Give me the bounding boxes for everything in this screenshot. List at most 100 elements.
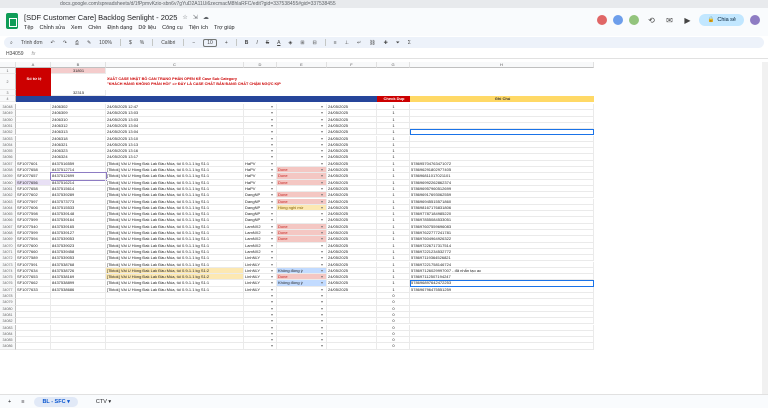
cell-g[interactable]: 0 (377, 343, 410, 350)
fill-color-icon[interactable]: ◈ (288, 40, 292, 46)
chevron-down-icon[interactable]: ▾ (271, 161, 273, 166)
chevron-down-icon[interactable]: ▾ (321, 249, 323, 254)
chevron-down-icon[interactable]: ▾ (271, 331, 273, 336)
filter-icon[interactable]: ⏷ (396, 40, 400, 46)
all-sheets-icon[interactable]: ≡ (21, 399, 24, 405)
chevron-down-icon[interactable]: ▾ (271, 104, 273, 109)
strikethrough-icon[interactable]: S (266, 40, 269, 46)
chevron-down-icon[interactable]: ▾ (321, 192, 323, 197)
search-icon[interactable]: ⌕ (10, 40, 13, 46)
chevron-down-icon[interactable]: ▾ (321, 205, 323, 210)
chevron-down-icon[interactable]: ▾ (271, 236, 273, 241)
sheets-logo-icon[interactable] (6, 13, 18, 29)
chevron-down-icon[interactable]: ▾ (271, 318, 273, 323)
avatar[interactable] (629, 15, 640, 25)
chevron-down-icon[interactable]: ▾ (271, 211, 273, 216)
account-avatar[interactable] (750, 15, 760, 25)
valign-icon[interactable]: ⊥ (345, 40, 349, 46)
chevron-down-icon[interactable]: ▾ (271, 280, 273, 285)
chevron-down-icon[interactable]: ▾ (321, 274, 323, 279)
chevron-down-icon[interactable]: ▾ (321, 136, 323, 141)
chevron-down-icon[interactable]: ▾ (321, 217, 323, 222)
vertical-scrollbar[interactable] (762, 62, 768, 394)
chevron-down-icon[interactable]: ▾ (321, 337, 323, 342)
chevron-down-icon[interactable]: ▾ (321, 331, 323, 336)
chevron-down-icon[interactable]: ▾ (271, 129, 273, 134)
chevron-down-icon[interactable]: ▾ (271, 142, 273, 147)
chevron-down-icon[interactable]: ▾ (321, 173, 323, 178)
bold-icon[interactable]: B (245, 40, 249, 46)
chevron-down-icon[interactable]: ▾ (271, 110, 273, 115)
chevron-down-icon[interactable]: ▾ (271, 123, 273, 128)
chevron-down-icon[interactable]: ▾ (271, 199, 273, 204)
chevron-down-icon[interactable]: ▾ (271, 224, 273, 229)
menu-search-label[interactable]: Trình đơn (21, 40, 43, 46)
avatar[interactable] (597, 15, 608, 25)
chevron-down-icon[interactable]: ▾ (271, 262, 273, 267)
align-icon[interactable]: ≡ (334, 40, 337, 46)
menu-item[interactable]: Trợ giúp (214, 25, 235, 31)
chevron-down-icon[interactable]: ▾ (321, 287, 323, 292)
chevron-down-icon[interactable]: ▾ (321, 343, 323, 348)
comment-icon[interactable]: ✉ (663, 16, 675, 25)
comment-add-icon[interactable]: ✚ (384, 40, 388, 46)
row-header[interactable]: 2 (0, 74, 16, 90)
column-header[interactable]: D (244, 62, 277, 68)
chevron-down-icon[interactable]: ▾ (321, 110, 323, 115)
share-button[interactable]: 🔒 Chia sẻ (699, 14, 744, 26)
menu-item[interactable]: Định dạng (107, 25, 132, 31)
chevron-down-icon[interactable]: ▾ (321, 318, 323, 323)
borders-icon[interactable]: ⊞ (300, 40, 304, 46)
chevron-down-icon[interactable]: ▾ (321, 199, 323, 204)
menu-item[interactable]: Xem (71, 25, 82, 31)
chevron-down-icon[interactable]: ▾ (271, 217, 273, 222)
chevron-down-icon[interactable]: ▾ (271, 117, 273, 122)
chevron-down-icon[interactable]: ▾ (271, 136, 273, 141)
meet-icon[interactable]: ▶ (681, 16, 693, 25)
font-size-minus[interactable]: − (192, 40, 195, 46)
chevron-down-icon[interactable]: ▾ (321, 117, 323, 122)
chevron-down-icon[interactable]: ▾ (271, 268, 273, 273)
percent-icon[interactable]: % (140, 40, 144, 46)
chevron-down-icon[interactable]: ▾ (271, 293, 273, 298)
chevron-down-icon[interactable]: ▾ (321, 306, 323, 311)
cell-h[interactable] (410, 343, 594, 350)
font-select[interactable]: Calibri (161, 40, 175, 46)
chevron-down-icon[interactable]: ▾ (321, 236, 323, 241)
chevron-down-icon[interactable]: ▾ (271, 243, 273, 248)
avatar[interactable] (613, 15, 624, 25)
chevron-down-icon[interactable]: ▾ (271, 325, 273, 330)
chevron-down-icon[interactable]: ▾ (271, 287, 273, 292)
chevron-down-icon[interactable]: ▾ (271, 306, 273, 311)
menu-item[interactable]: Chỉnh sửa (39, 25, 64, 31)
link-icon[interactable]: ⛓ (369, 40, 375, 46)
chevron-down-icon[interactable]: ▾ (271, 167, 273, 172)
chevron-down-icon[interactable]: ▾ (271, 205, 273, 210)
print-icon[interactable]: ⎙ (75, 40, 79, 46)
chevron-down-icon[interactable]: ▾ (321, 325, 323, 330)
text-color-icon[interactable]: A (277, 40, 280, 46)
chevron-down-icon[interactable]: ▾ (321, 104, 323, 109)
chevron-down-icon[interactable]: ▾ (321, 129, 323, 134)
chevron-down-icon[interactable]: ▾ (271, 274, 273, 279)
chevron-down-icon[interactable]: ▾ (321, 161, 323, 166)
chevron-down-icon[interactable]: ▾ (271, 192, 273, 197)
chevron-down-icon[interactable]: ▾ (321, 186, 323, 191)
chevron-down-icon[interactable]: ▾ (321, 211, 323, 216)
chevron-down-icon[interactable]: ▾ (321, 180, 323, 185)
chevron-down-icon[interactable]: ▾ (321, 167, 323, 172)
chevron-down-icon[interactable]: ▾ (271, 312, 273, 317)
chevron-down-icon[interactable]: ▾ (321, 154, 323, 159)
cell-f[interactable] (327, 343, 377, 350)
menu-item[interactable]: Chèn (88, 25, 101, 31)
chevron-down-icon[interactable]: ▾ (321, 142, 323, 147)
sheet-tab-ctv[interactable]: CTV ▾ (88, 397, 119, 407)
chevron-down-icon[interactable]: ▾ (271, 249, 273, 254)
column-header[interactable]: G (377, 62, 410, 68)
chevron-down-icon[interactable]: ▾ (271, 154, 273, 159)
row-header[interactable]: 4 (0, 96, 16, 102)
history-icon[interactable]: ⟲ (645, 16, 657, 25)
chevron-down-icon[interactable]: ▾ (321, 148, 323, 153)
chevron-down-icon[interactable]: ▾ (271, 255, 273, 260)
chevron-down-icon[interactable]: ▾ (271, 343, 273, 348)
